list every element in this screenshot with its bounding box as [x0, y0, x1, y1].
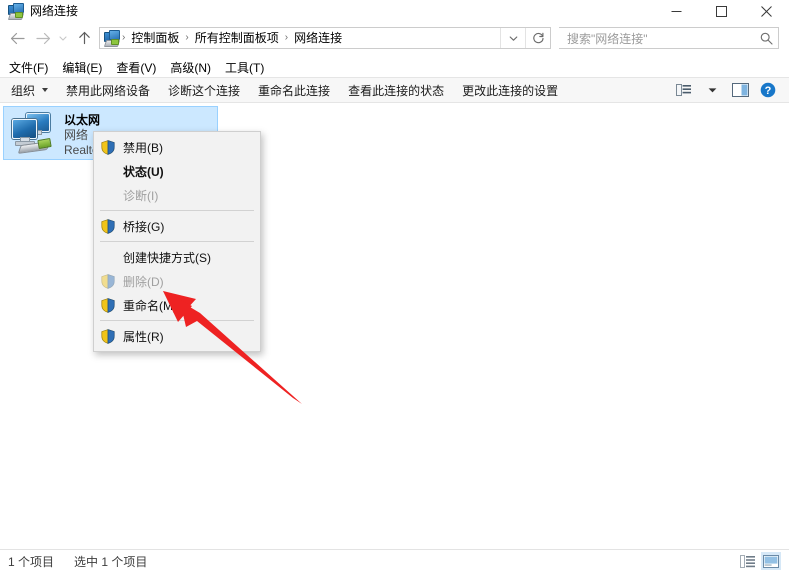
window-controls	[654, 0, 789, 22]
window-title: 网络连接	[30, 4, 79, 18]
change-view-icon[interactable]	[671, 79, 697, 101]
large-icons-view-button[interactable]	[761, 552, 781, 570]
context-menu[interactable]: 禁用(B) 状态(U) 诊断(I) 桥接(G) 创建快捷方式(S) 删除(D) …	[93, 131, 261, 352]
view-status-button[interactable]: 查看此连接的状态	[339, 79, 453, 102]
context-menu-item-diagnose: 诊断(I)	[94, 183, 260, 207]
maximize-icon[interactable]	[699, 0, 744, 22]
icon-slot-empty	[101, 186, 123, 204]
chevron-down-icon	[42, 88, 49, 92]
change-settings-button[interactable]: 更改此连接的设置	[453, 79, 567, 102]
menu-bar: 文件(F) 编辑(E) 查看(V) 高级(N) 工具(T)	[0, 57, 789, 77]
context-menu-label: 创建快捷方式(S)	[123, 250, 211, 265]
context-menu-item-rename[interactable]: 重命名(M)	[94, 293, 260, 317]
menu-tools[interactable]: 工具(T)	[218, 57, 271, 78]
context-menu-label: 诊断(I)	[123, 188, 159, 203]
icon-slot-empty	[101, 248, 123, 266]
toolbar: 组织 禁用此网络设备 诊断这个连接 重命名此连接 查看此连接的状态 更改此连接的…	[0, 77, 789, 103]
shield-icon	[101, 272, 123, 290]
title-bar: 网络连接	[0, 0, 789, 22]
context-menu-separator	[100, 320, 254, 321]
search-input[interactable]: 搜索"网络连接"	[559, 30, 754, 47]
shield-icon	[101, 217, 123, 235]
minimize-icon[interactable]	[654, 0, 699, 22]
view-dropdown-icon[interactable]	[699, 79, 725, 101]
toolbar-right-group: ?	[671, 79, 789, 101]
context-menu-item-create-shortcut[interactable]: 创建快捷方式(S)	[94, 245, 260, 269]
search-icon[interactable]	[754, 32, 778, 45]
context-menu-label: 删除(D)	[123, 274, 164, 289]
context-menu-item-bridge[interactable]: 桥接(G)	[94, 214, 260, 238]
details-view-button[interactable]	[738, 552, 758, 570]
shield-icon	[101, 296, 123, 314]
context-menu-label: 属性(R)	[123, 329, 164, 344]
connection-name: 以太网	[64, 113, 101, 127]
network-connections-icon	[7, 3, 25, 20]
organize-label: 组织	[11, 83, 36, 98]
menu-edit[interactable]: 编辑(E)	[55, 57, 109, 78]
breadcrumb-item-network-connections[interactable]: 网络连接	[289, 28, 347, 48]
forward-arrow-icon[interactable]	[32, 27, 54, 49]
ethernet-adapter-icon	[10, 113, 58, 157]
address-bar[interactable]: › 控制面板 › 所有控制面板项 › 网络连接	[99, 27, 551, 49]
help-icon[interactable]: ?	[755, 79, 781, 101]
breadcrumb-item-control-panel[interactable]: 控制面板	[126, 28, 184, 48]
view-buttons	[738, 552, 789, 570]
address-bar-row: › 控制面板 › 所有控制面板项 › 网络连接 搜索"网络连接"	[0, 22, 789, 54]
menu-file[interactable]: 文件(F)	[2, 57, 55, 78]
disable-device-button[interactable]: 禁用此网络设备	[57, 79, 159, 102]
context-menu-item-status[interactable]: 状态(U)	[94, 159, 260, 183]
recent-locations-icon[interactable]	[56, 27, 70, 49]
network-connections-icon	[103, 30, 121, 47]
preview-pane-icon[interactable]	[727, 79, 753, 101]
context-menu-separator	[100, 241, 254, 242]
diagnose-connection-button[interactable]: 诊断这个连接	[159, 79, 249, 102]
search-box[interactable]: 搜索"网络连接"	[559, 27, 779, 49]
rename-connection-button[interactable]: 重命名此连接	[249, 79, 339, 102]
context-menu-separator	[100, 210, 254, 211]
context-menu-item-properties[interactable]: 属性(R)	[94, 324, 260, 348]
selection-label: 选中 1 个项目	[74, 554, 148, 569]
shield-icon	[101, 138, 123, 156]
breadcrumb[interactable]: › 控制面板 › 所有控制面板项 › 网络连接	[100, 28, 500, 48]
organize-button[interactable]: 组织	[2, 79, 57, 102]
status-bar: 1 个项目 选中 1 个项目	[0, 549, 789, 572]
context-menu-label: 桥接(G)	[123, 219, 165, 234]
item-count-label: 1 个项目	[8, 554, 55, 569]
context-menu-item-disable[interactable]: 禁用(B)	[94, 135, 260, 159]
context-menu-label: 状态(U)	[123, 164, 164, 179]
shield-icon	[101, 327, 123, 345]
icon-slot-empty	[101, 162, 123, 180]
up-arrow-icon[interactable]	[73, 27, 95, 49]
back-arrow-icon[interactable]	[6, 27, 28, 49]
chevron-down-icon[interactable]	[501, 28, 525, 48]
svg-text:?: ?	[765, 85, 772, 97]
close-icon[interactable]	[744, 0, 789, 22]
context-menu-item-delete: 删除(D)	[94, 269, 260, 293]
menu-advanced[interactable]: 高级(N)	[163, 57, 218, 78]
breadcrumb-item-all-items[interactable]: 所有控制面板项	[190, 28, 284, 48]
refresh-icon[interactable]	[526, 28, 550, 48]
context-menu-label: 禁用(B)	[123, 140, 163, 155]
context-menu-label: 重命名(M)	[123, 298, 177, 313]
menu-view[interactable]: 查看(V)	[109, 57, 163, 78]
